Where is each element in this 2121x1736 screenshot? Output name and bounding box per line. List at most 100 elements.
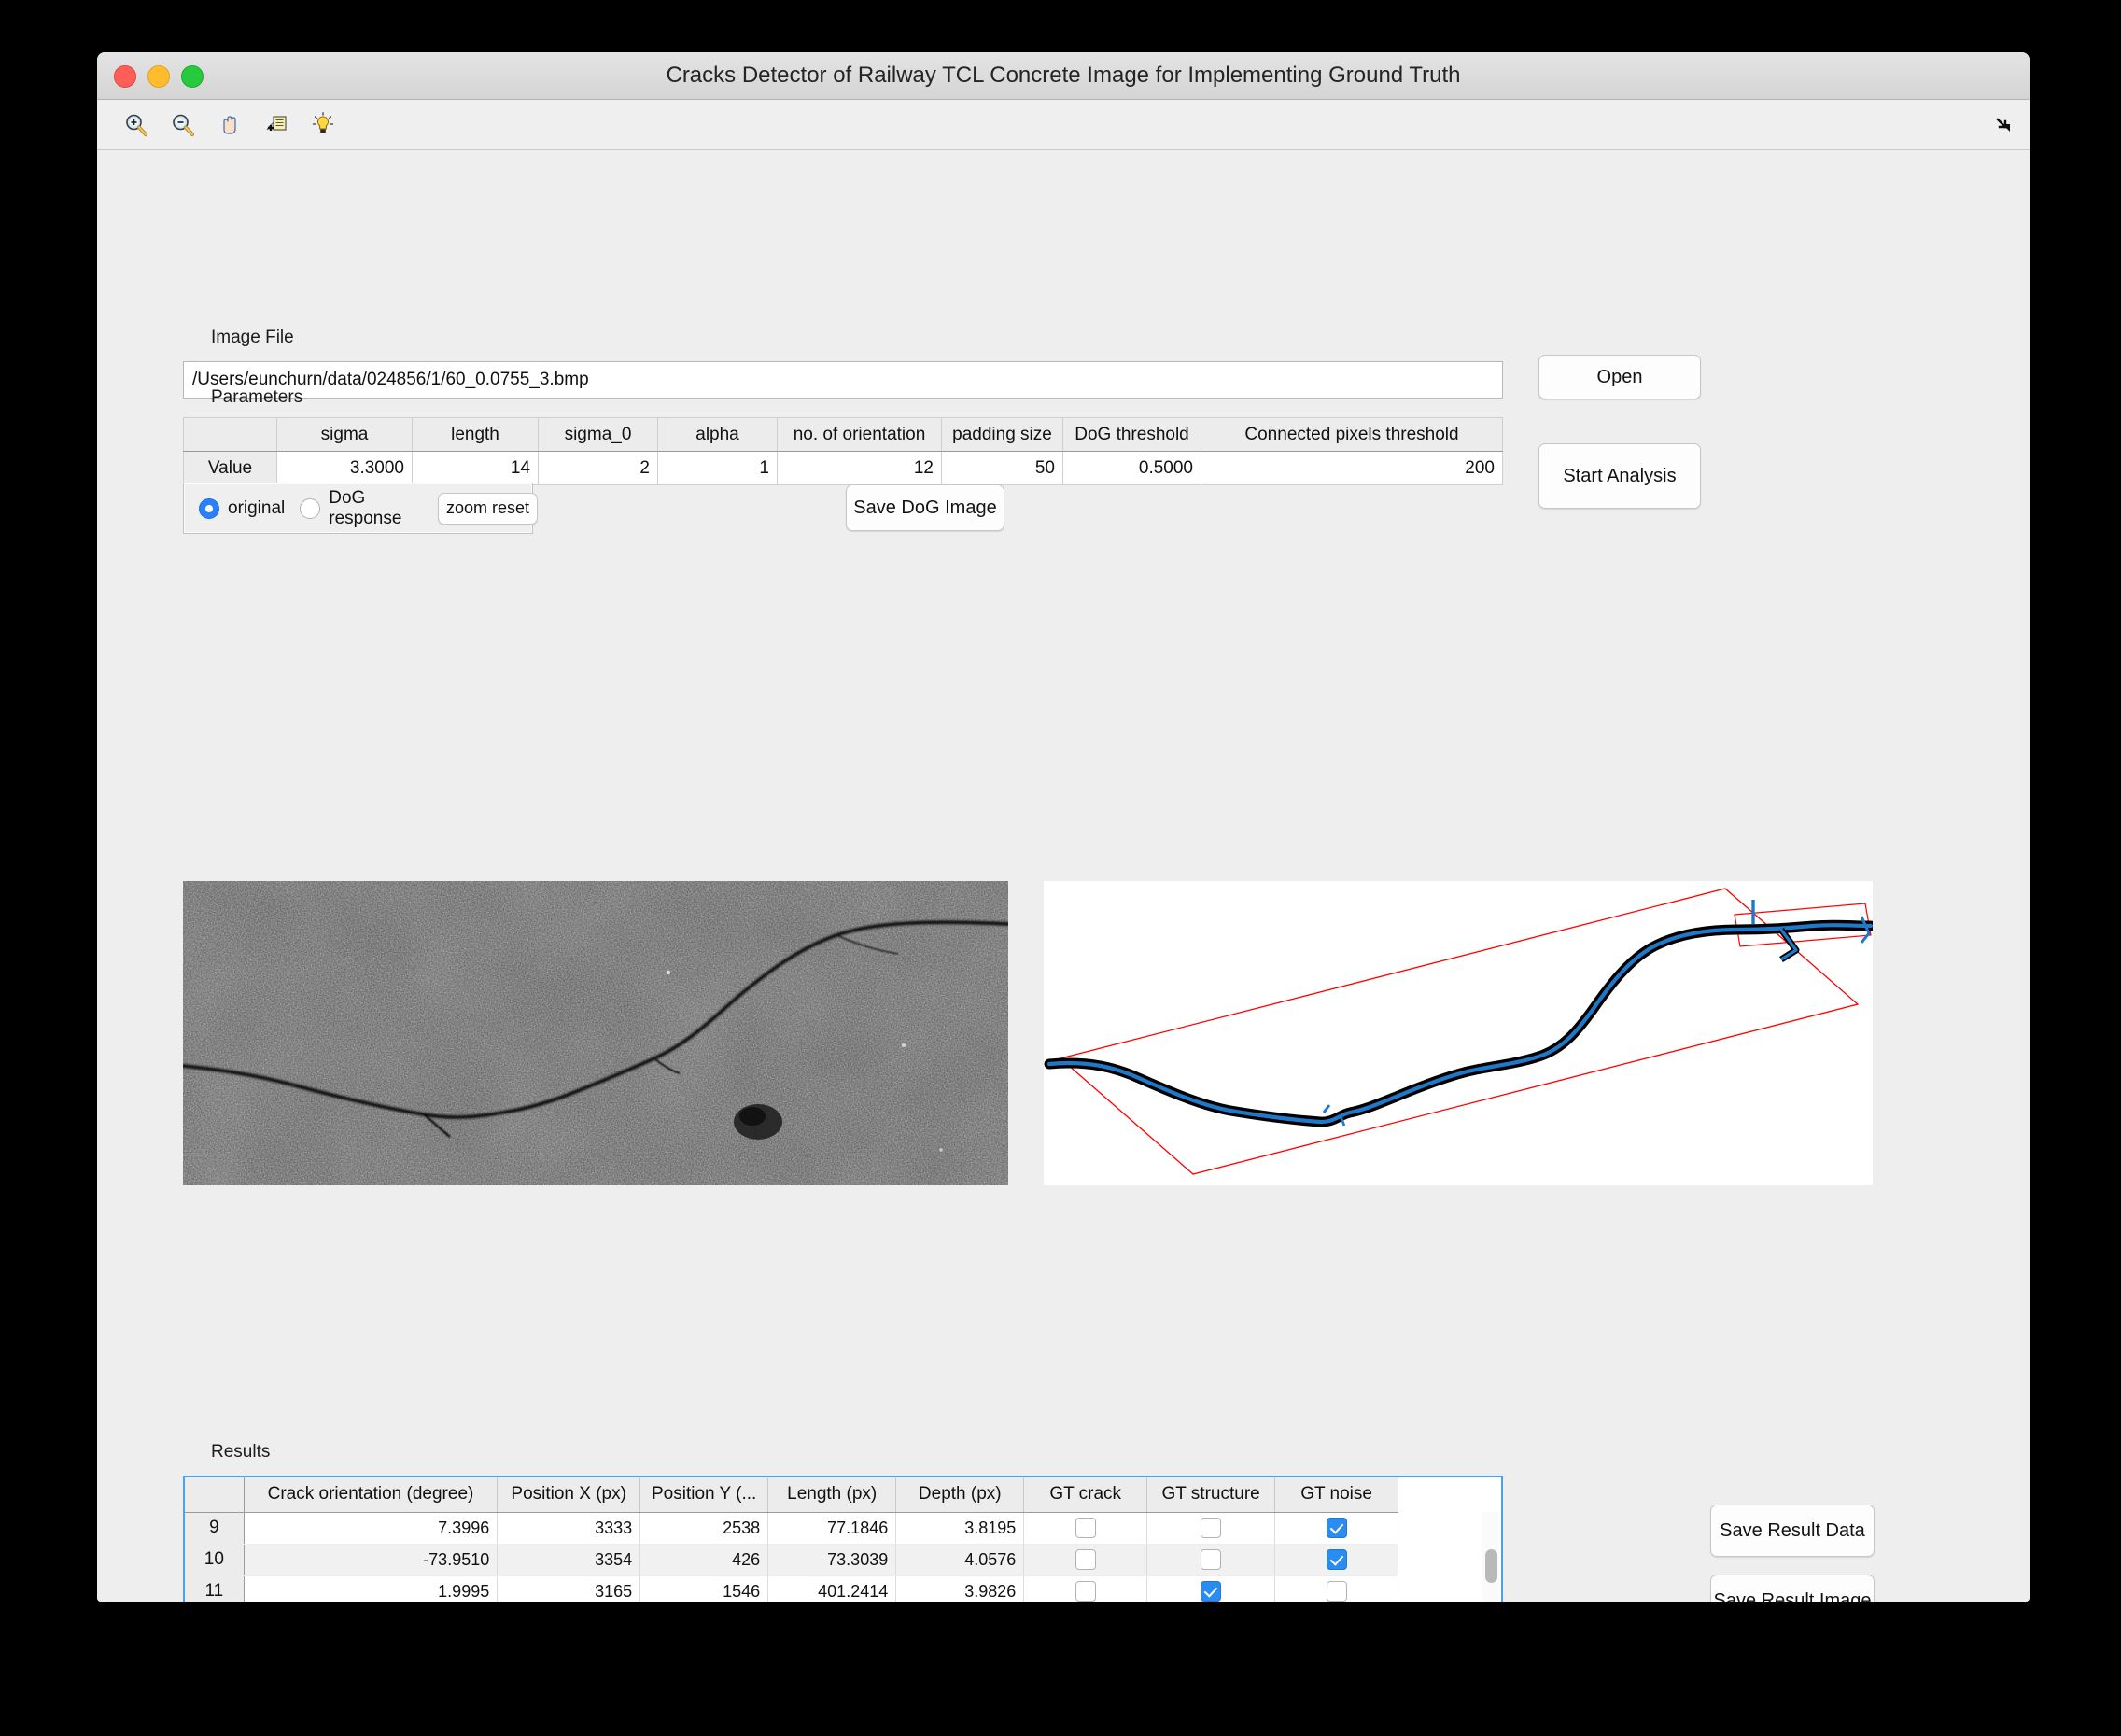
- parameters-table: sigma length sigma_0 alpha no. of orient…: [183, 417, 1503, 485]
- gt-structure-checkbox[interactable]: [1201, 1518, 1222, 1539]
- toolbar-overflow-icon[interactable]: [1992, 113, 2016, 137]
- pan-hand-icon[interactable]: [209, 105, 250, 145]
- results-scrollbar-thumb[interactable]: [1485, 1549, 1497, 1583]
- table-row[interactable]: 11 1.9995 3165 1546 401.2414 3.9826: [185, 1575, 1398, 1602]
- zoom-in-icon[interactable]: [116, 105, 157, 145]
- cell-gt-structure[interactable]: [1146, 1544, 1276, 1576]
- open-button[interactable]: Open: [1538, 355, 1701, 399]
- gt-crack-checkbox[interactable]: [1075, 1581, 1096, 1602]
- cell-length[interactable]: 401.2414: [767, 1575, 897, 1602]
- results-col-position-x[interactable]: Position X (px): [497, 1477, 641, 1513]
- cell-gt-noise[interactable]: [1274, 1512, 1398, 1545]
- cell-orientation[interactable]: 1.9995: [244, 1575, 499, 1602]
- save-result-data-button[interactable]: Save Result Data: [1710, 1505, 1875, 1557]
- radio-dog-response[interactable]: DoG response: [300, 488, 417, 529]
- table-row[interactable]: 9 7.3996 3333 2538 77.1846 3.8195: [185, 1512, 1398, 1545]
- data-cursor-icon[interactable]: [256, 105, 297, 145]
- cell-length[interactable]: 77.1846: [767, 1512, 897, 1545]
- cell-gt-noise[interactable]: [1274, 1544, 1398, 1576]
- image-file-path-field[interactable]: /Users/eunchurn/data/024856/1/60_0.0755_…: [183, 361, 1503, 399]
- image-file-label: Image File: [211, 328, 294, 347]
- results-col-gt-noise[interactable]: GT noise: [1274, 1477, 1398, 1513]
- radio-original[interactable]: original: [199, 497, 285, 519]
- param-value-padding[interactable]: 50: [941, 451, 1063, 485]
- cell-gt-crack[interactable]: [1023, 1575, 1148, 1602]
- results-table-body: 9 7.3996 3333 2538 77.1846 3.8195 10 -73…: [185, 1512, 1398, 1602]
- start-analysis-button[interactable]: Start Analysis: [1538, 443, 1701, 509]
- param-value-sigma[interactable]: 3.3000: [276, 451, 413, 485]
- parameters-value-row: Value 3.3000 14 2 1 12 50 0.5000 200: [183, 451, 1503, 485]
- gt-crack-checkbox[interactable]: [1075, 1549, 1096, 1571]
- cell-length[interactable]: 73.3039: [767, 1544, 897, 1576]
- results-table-container: Crack orientation (degree) Position X (p…: [183, 1476, 1503, 1602]
- parameters-corner-cell: [183, 417, 277, 452]
- parameters-row-header: Value: [183, 451, 277, 485]
- row-index: 10: [185, 1544, 245, 1576]
- cell-orientation[interactable]: 7.3996: [244, 1512, 499, 1545]
- cell-depth[interactable]: 3.8195: [895, 1512, 1025, 1545]
- radio-original-indicator[interactable]: [199, 497, 219, 519]
- radio-dog-response-indicator[interactable]: [300, 497, 321, 519]
- results-col-gt-structure[interactable]: GT structure: [1146, 1477, 1276, 1513]
- gt-noise-checkbox[interactable]: [1326, 1518, 1347, 1539]
- param-col-length[interactable]: length: [412, 417, 539, 452]
- cell-gt-noise[interactable]: [1274, 1575, 1398, 1602]
- results-label: Results: [211, 1442, 271, 1462]
- param-value-alpha[interactable]: 1: [657, 451, 778, 485]
- app-window: Cracks Detector of Railway TCL Concrete …: [97, 52, 2030, 1602]
- original-concrete-image[interactable]: [183, 881, 1008, 1185]
- cell-position-y[interactable]: 2538: [639, 1512, 769, 1545]
- cell-position-x[interactable]: 3354: [497, 1544, 641, 1576]
- parameters-header-row: sigma length sigma_0 alpha no. of orient…: [183, 417, 1503, 452]
- radio-dog-response-label: DoG response: [329, 487, 402, 528]
- parameters-label: Parameters: [211, 387, 303, 407]
- cell-gt-structure[interactable]: [1146, 1512, 1276, 1545]
- zoom-reset-button[interactable]: zoom reset: [438, 492, 538, 525]
- param-value-dog-threshold[interactable]: 0.5000: [1062, 451, 1201, 485]
- gt-crack-checkbox[interactable]: [1075, 1518, 1096, 1539]
- toolbar: [97, 100, 2030, 150]
- param-value-orientation[interactable]: 12: [777, 451, 942, 485]
- cell-gt-crack[interactable]: [1023, 1544, 1148, 1576]
- param-col-connected-threshold[interactable]: Connected pixels threshold: [1201, 417, 1503, 452]
- results-col-depth[interactable]: Depth (px): [895, 1477, 1025, 1513]
- save-dog-image-button[interactable]: Save DoG Image: [846, 484, 1004, 531]
- cell-orientation[interactable]: -73.9510: [244, 1544, 499, 1576]
- brush-lightbulb-icon[interactable]: [302, 105, 344, 145]
- param-value-connected-threshold[interactable]: 200: [1201, 451, 1503, 485]
- cell-gt-crack[interactable]: [1023, 1512, 1148, 1545]
- param-col-orientation[interactable]: no. of orientation: [777, 417, 942, 452]
- save-result-image-button[interactable]: Save Result Image: [1710, 1575, 1875, 1602]
- param-value-sigma0[interactable]: 2: [538, 451, 658, 485]
- table-row[interactable]: 10 -73.9510 3354 426 73.3039 4.0576: [185, 1544, 1398, 1576]
- results-col-orientation[interactable]: Crack orientation (degree): [244, 1477, 499, 1513]
- cell-depth[interactable]: 4.0576: [895, 1544, 1025, 1576]
- param-value-length[interactable]: 14: [412, 451, 539, 485]
- results-col-gt-crack[interactable]: GT crack: [1023, 1477, 1148, 1513]
- results-col-length[interactable]: Length (px): [767, 1477, 897, 1513]
- results-vertical-scrollbar[interactable]: [1482, 1512, 1499, 1602]
- param-col-alpha[interactable]: alpha: [657, 417, 778, 452]
- gt-noise-checkbox[interactable]: [1326, 1549, 1347, 1571]
- param-col-dog-threshold[interactable]: DoG threshold: [1062, 417, 1201, 452]
- param-col-padding[interactable]: padding size: [941, 417, 1063, 452]
- main-content: Image File /Users/eunchurn/data/024856/1…: [97, 150, 2030, 1602]
- gt-noise-checkbox[interactable]: [1326, 1581, 1347, 1602]
- cell-position-y[interactable]: 426: [639, 1544, 769, 1576]
- cell-position-x[interactable]: 3333: [497, 1512, 641, 1545]
- param-col-sigma[interactable]: sigma: [276, 417, 413, 452]
- zoom-out-icon[interactable]: [162, 105, 204, 145]
- results-col-position-y[interactable]: Position Y (...: [639, 1477, 769, 1513]
- cell-depth[interactable]: 3.9826: [895, 1575, 1025, 1602]
- window-titlebar: Cracks Detector of Railway TCL Concrete …: [97, 52, 2030, 100]
- cell-gt-structure[interactable]: [1146, 1575, 1276, 1602]
- display-mode-panel: original DoG response zoom reset: [183, 483, 538, 534]
- cell-position-y[interactable]: 1546: [639, 1575, 769, 1602]
- results-table: Crack orientation (degree) Position X (p…: [185, 1477, 1398, 1602]
- param-col-sigma0[interactable]: sigma_0: [538, 417, 658, 452]
- gt-structure-checkbox[interactable]: [1201, 1549, 1222, 1571]
- gt-structure-checkbox[interactable]: [1201, 1581, 1222, 1602]
- crack-detection-result-image[interactable]: [1044, 881, 1873, 1185]
- cell-position-x[interactable]: 3165: [497, 1575, 641, 1602]
- results-header-row: Crack orientation (degree) Position X (p…: [185, 1477, 1398, 1513]
